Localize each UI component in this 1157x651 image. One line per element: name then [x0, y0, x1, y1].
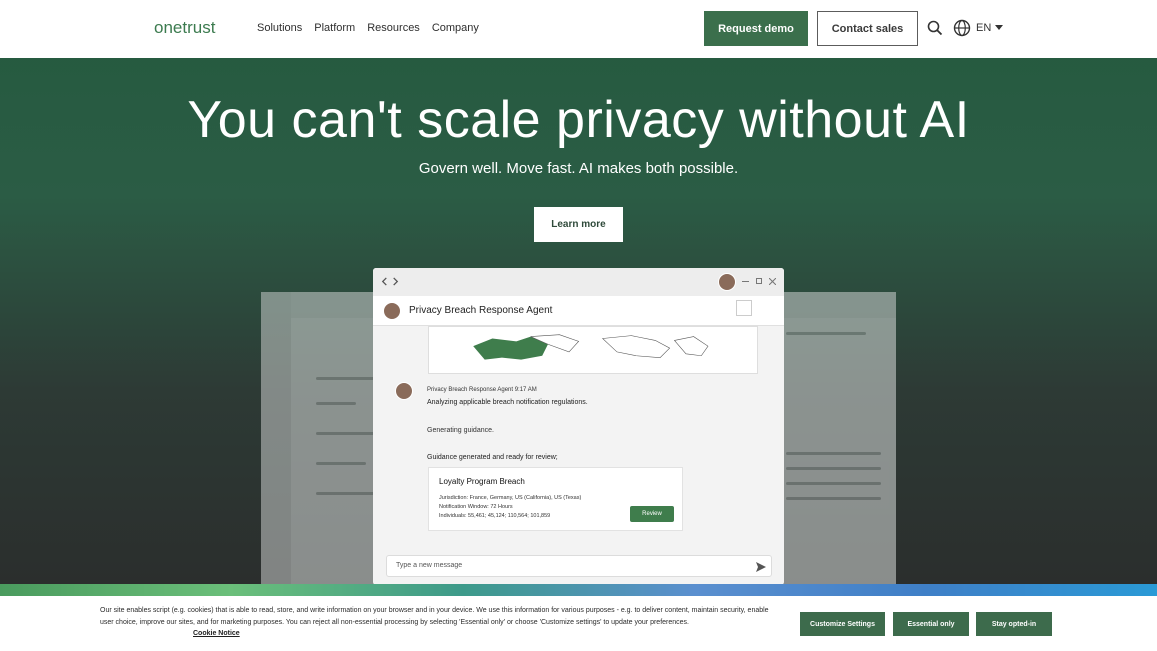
minimize-icon[interactable]: [742, 281, 749, 282]
cookie-notice-link[interactable]: Cookie Notice: [193, 630, 240, 637]
top-navigation: onetrust Solutions Platform Resources Co…: [0, 0, 1157, 58]
world-map-image: [473, 334, 709, 360]
breach-card: Loyalty Program Breach Jurisdiction: Fra…: [428, 467, 683, 531]
agent-title: Privacy Breach Response Agent: [409, 305, 553, 316]
caret-down-icon[interactable]: [995, 25, 1003, 30]
popout-icon[interactable]: [736, 300, 752, 316]
back-arrow-icon[interactable]: [380, 277, 389, 286]
language-selector[interactable]: EN: [976, 22, 991, 34]
breach-card-title: Loyalty Program Breach: [439, 477, 525, 486]
bg-line: [786, 482, 881, 485]
agent-message-avatar: [395, 382, 413, 400]
maximize-icon[interactable]: [756, 278, 762, 284]
message-text: Analyzing applicable breach notification…: [427, 399, 588, 406]
jurisdiction-map: [428, 326, 758, 374]
essential-only-button[interactable]: Essential only: [893, 612, 969, 636]
close-icon[interactable]: [769, 278, 776, 285]
bg-line: [786, 452, 881, 455]
nav-link-platform[interactable]: Platform: [314, 22, 355, 34]
breach-card-line: Notification Window: 72 Hours: [439, 504, 513, 510]
nav-links: Solutions Platform Resources Company: [257, 22, 479, 34]
search-icon[interactable]: [927, 20, 943, 36]
agent-avatar: [383, 302, 401, 320]
breach-card-line: Jurisdiction: France, Germany, US (Calif…: [439, 495, 582, 501]
bg-line: [786, 497, 881, 500]
agent-header: Privacy Breach Response Agent: [373, 296, 784, 326]
window-toolbar: [373, 268, 784, 296]
hero-title: You can't scale privacy without AI: [187, 91, 970, 149]
hero-subtitle: Govern well. Move fast. AI makes both po…: [418, 160, 739, 177]
message-ready: Guidance generated and ready for review;: [427, 454, 558, 461]
message-meta: Privacy Breach Response Agent 9:17 AM: [427, 387, 537, 393]
bg-line: [786, 467, 881, 470]
breach-card-line: Individuals: 55,461; 45,124; 110,564; 10…: [439, 513, 551, 519]
bg-line: [786, 332, 866, 335]
customize-settings-button[interactable]: Customize Settings: [800, 612, 885, 636]
globe-icon[interactable]: [953, 19, 971, 37]
onetrust-logo[interactable]: onetrust: [154, 18, 234, 38]
bg-line: [316, 377, 376, 380]
logo-text: onetrust: [154, 18, 216, 37]
cookie-text: Our site enables script (e.g. cookies) t…: [100, 607, 769, 626]
message-input-placeholder: Type a new message: [396, 562, 463, 569]
agent-window: Privacy Breach Response Agent Privacy Br…: [373, 268, 784, 585]
bg-sidebar: [261, 292, 291, 592]
request-demo-button[interactable]: Request demo: [704, 11, 808, 46]
message-generating: Generating guidance.: [427, 427, 494, 434]
bg-line: [316, 492, 376, 495]
user-avatar[interactable]: [718, 273, 736, 291]
contact-sales-button[interactable]: Contact sales: [817, 11, 918, 46]
stay-opted-in-button[interactable]: Stay opted-in: [976, 612, 1052, 636]
bg-line: [316, 462, 366, 465]
bg-line: [316, 402, 356, 405]
message-input[interactable]: Type a new message: [386, 555, 772, 577]
nav-link-company[interactable]: Company: [432, 22, 479, 34]
nav-link-solutions[interactable]: Solutions: [257, 22, 302, 34]
forward-arrow-icon[interactable]: [391, 277, 400, 286]
send-icon[interactable]: [756, 562, 766, 572]
learn-more-button[interactable]: Learn more: [534, 207, 623, 242]
review-button[interactable]: Review: [630, 506, 674, 522]
nav-link-resources[interactable]: Resources: [367, 22, 420, 34]
